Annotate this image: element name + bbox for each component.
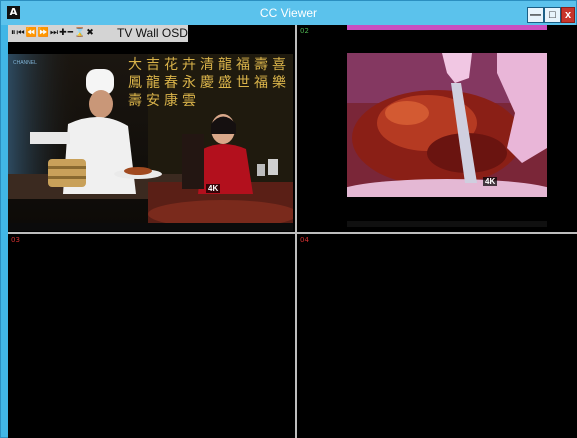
video-wall-grid: 大吉花卉清龍福壽喜鳳龍春永慶盛世福樂壽安康雲 4K CHANNEL ⏸⏮⏪⏩⏭✚… [8, 25, 577, 438]
maximize-button[interactable]: □ [544, 7, 561, 23]
channel-logo: CHANNEL [13, 60, 37, 66]
viewer-window: A CC Viewer — □ x 大吉花卉清龍福壽喜鳳龍春永慶盛世福樂壽安康雲… [0, 0, 577, 438]
tile-number: 04 [300, 236, 309, 244]
video-tile-2[interactable]: 02 4K [297, 25, 577, 232]
remote-title-bar [347, 25, 547, 30]
tile-number: 03 [11, 236, 20, 244]
osd-controls[interactable]: ⏸⏮⏪⏩⏭✚━⌛✖ [11, 28, 95, 38]
tile-number: 02 [300, 27, 309, 35]
video-frame-roast-duck: 4K [337, 53, 557, 207]
video-tile-4[interactable]: 04 [297, 234, 577, 438]
video-tile-3[interactable]: 03 [8, 234, 295, 438]
calligraphy-wall-text: 大吉花卉清龍福壽喜鳳龍春永慶盛世福樂壽安康雲 [128, 57, 290, 109]
video-frame-kitchen: 大吉花卉清龍福壽喜鳳龍春永慶盛世福樂壽安康雲 4K CHANNEL [8, 54, 295, 228]
window-title: CC Viewer [259, 6, 318, 20]
4k-logo: 4K [483, 177, 498, 186]
grid-divider-horizontal [8, 232, 577, 234]
minimize-button[interactable]: — [527, 7, 544, 23]
osd-toolbar: ⏸⏮⏪⏩⏭✚━⌛✖ TV Wall OSD [8, 25, 188, 42]
osd-title: TV Wall OSD [117, 26, 188, 40]
title-bar[interactable]: A CC Viewer — □ x [1, 1, 576, 25]
remote-taskbar [8, 223, 293, 231]
video-tile-1[interactable]: 大吉花卉清龍福壽喜鳳龍春永慶盛世福樂壽安康雲 4K CHANNEL ⏸⏮⏪⏩⏭✚… [8, 25, 295, 232]
roast-duck-image [337, 53, 557, 207]
close-button[interactable]: x [561, 7, 575, 23]
app-icon[interactable]: A [7, 6, 20, 19]
4k-logo: 4K [206, 184, 221, 193]
remote-taskbar [347, 221, 547, 227]
